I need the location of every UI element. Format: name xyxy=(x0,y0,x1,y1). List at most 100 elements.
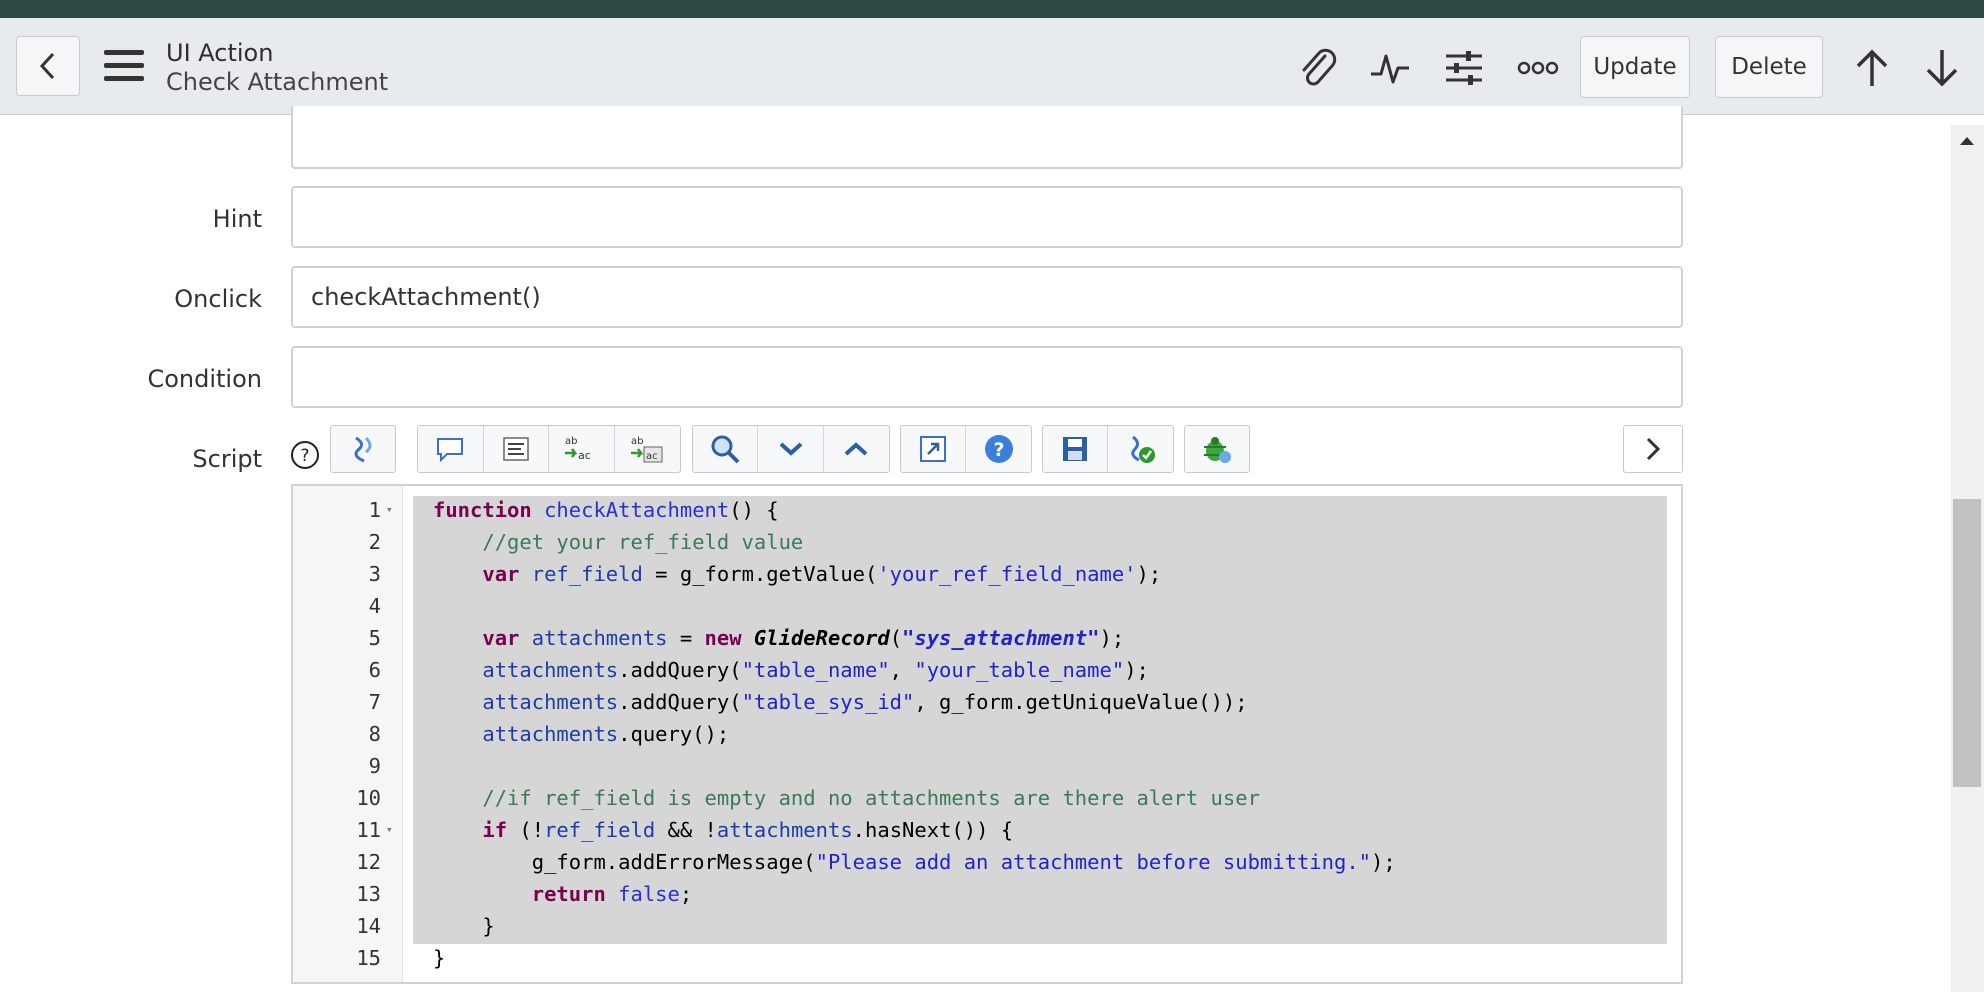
svg-text:ab: ab xyxy=(565,436,577,447)
code-line[interactable]: 6 attachments.addQuery("table_name", "yo… xyxy=(293,654,1681,686)
replace-all-button[interactable]: ab ac xyxy=(615,426,681,472)
scrollbar-thumb[interactable] xyxy=(1953,499,1981,787)
code-line[interactable]: 7 attachments.addQuery("table_sys_id", g… xyxy=(293,686,1681,718)
attachment-button[interactable] xyxy=(1293,44,1341,92)
back-button[interactable] xyxy=(16,36,80,96)
code-text: //if ref_field is empty and no attachmen… xyxy=(433,782,1260,814)
fold-arrow-icon[interactable]: ▾ xyxy=(386,494,393,526)
code-line[interactable]: 12 g_form.addErrorMessage("Please add an… xyxy=(293,846,1681,878)
code-text: function checkAttachment() { xyxy=(433,494,779,526)
code-token: 'your_ref_field_name' xyxy=(877,562,1137,586)
svg-text:ac: ac xyxy=(646,451,658,462)
next-record-button[interactable] xyxy=(1918,44,1966,92)
onclick-label: Onclick xyxy=(174,285,262,313)
code-line[interactable]: 9 xyxy=(293,750,1681,782)
search-button[interactable] xyxy=(693,426,759,472)
code-token: .query(); xyxy=(618,722,730,746)
code-token: GlideRecord xyxy=(753,626,890,650)
code-text: } xyxy=(433,942,445,974)
code-line[interactable]: 13 return false; xyxy=(293,878,1681,910)
format-button[interactable] xyxy=(484,426,549,472)
fullscreen-button[interactable] xyxy=(901,426,966,472)
svg-text:ac: ac xyxy=(578,449,591,462)
svg-text:?: ? xyxy=(300,446,309,466)
code-line[interactable]: 14 } xyxy=(293,910,1681,942)
code-line[interactable]: 8 attachments.query(); xyxy=(293,718,1681,750)
condition-label: Condition xyxy=(147,365,262,393)
search-previous-icon xyxy=(845,442,868,456)
replace-icon: abac xyxy=(565,436,591,462)
line-number: 1 xyxy=(368,498,381,522)
code-token: } xyxy=(433,914,495,938)
arrow-down-icon xyxy=(1926,50,1958,87)
script-editor[interactable]: 1 ▾ function checkAttachment() {2 //get yo… xyxy=(291,484,1683,984)
search-next-button[interactable] xyxy=(758,426,824,472)
code-token: var xyxy=(482,626,520,650)
comment-button[interactable] xyxy=(418,426,484,472)
code-text: } xyxy=(433,910,495,942)
code-line[interactable]: 10 //if ref_field is empty and no attach… xyxy=(293,782,1681,814)
code-text: attachments.query(); xyxy=(433,718,729,750)
code-token: "table_sys_id" xyxy=(741,690,915,714)
question-circle-icon[interactable]: ? xyxy=(290,440,320,470)
code-line[interactable]: 4 xyxy=(293,590,1681,622)
more-options-button[interactable] xyxy=(1514,44,1562,92)
expand-editor-button[interactable] xyxy=(1623,425,1683,473)
code-line[interactable]: 1 ▾ function checkAttachment() { xyxy=(293,494,1681,526)
previous-field-input[interactable] xyxy=(291,106,1683,169)
hint-label: Hint xyxy=(212,205,262,233)
code-text: //get your ref_field value xyxy=(433,526,803,558)
toggle-syntax-icon xyxy=(354,436,372,463)
activity-stream-button[interactable] xyxy=(1366,44,1414,92)
code-token: attachments xyxy=(482,658,619,682)
update-button[interactable]: Update xyxy=(1580,36,1690,98)
code-token: "table_name" xyxy=(741,658,890,682)
hint-input[interactable] xyxy=(291,186,1683,248)
personalize-form-button[interactable] xyxy=(1440,44,1488,92)
line-number: 12 xyxy=(356,850,381,874)
script-check-button[interactable] xyxy=(1108,426,1173,472)
record-type-label: UI Action xyxy=(166,39,274,67)
delete-button[interactable]: Delete xyxy=(1715,36,1823,98)
code-line[interactable]: 3 var ref_field = g_form.getValue('your_… xyxy=(293,558,1681,590)
hamburger-menu-icon[interactable] xyxy=(102,48,146,84)
chevron-left-icon xyxy=(39,52,55,80)
fold-arrow-icon[interactable]: ▾ xyxy=(386,814,393,846)
code-line[interactable]: 15} xyxy=(293,942,1681,974)
previous-record-button[interactable] xyxy=(1848,44,1896,92)
code-line[interactable]: 2 //get your ref_field value xyxy=(293,526,1681,558)
replace-button[interactable]: ab ac xyxy=(549,426,615,472)
code-line[interactable]: 5 var attachments = new GlideRecord("sys… xyxy=(293,622,1681,654)
save-icon xyxy=(1063,437,1087,461)
page-scrollbar[interactable] xyxy=(1951,125,1984,992)
condition-input[interactable] xyxy=(291,346,1683,408)
toggle-syntax-button[interactable] xyxy=(331,426,395,472)
editor-help-button[interactable]: ? xyxy=(966,426,1031,472)
toolbar-group-debug xyxy=(1184,425,1250,473)
toolbar-group-syntax xyxy=(330,425,396,473)
debug-button[interactable] xyxy=(1185,426,1249,472)
code-text: g_form.addErrorMessage("Please add an at… xyxy=(433,846,1396,878)
code-token: } xyxy=(433,946,446,970)
save-button[interactable] xyxy=(1043,426,1108,472)
code-token: checkAttachment xyxy=(544,498,730,522)
code-token: false xyxy=(618,882,680,906)
code-token: ); xyxy=(1371,850,1396,874)
code-token: = xyxy=(667,626,705,650)
code-line[interactable]: 11 ▾ if (!ref_field && !attachments.hasNe… xyxy=(293,814,1681,846)
form-header: UI Action Check Attachment Update Delete xyxy=(0,18,1984,115)
code-token: ); xyxy=(1136,562,1162,586)
code-token: = g_form.getValue( xyxy=(642,562,878,586)
code-token: .addQuery( xyxy=(618,690,742,714)
code-token: "sys_attachment" xyxy=(902,626,1100,650)
line-number: 2 xyxy=(368,530,381,554)
code-token: .addQuery( xyxy=(618,658,742,682)
code-token: attachments xyxy=(531,626,668,650)
onclick-input[interactable]: checkAttachment() xyxy=(291,266,1683,328)
scroll-up-arrow-icon[interactable] xyxy=(1959,135,1975,147)
line-number: 14 xyxy=(356,914,381,938)
line-number: 13 xyxy=(356,882,381,906)
search-previous-button[interactable] xyxy=(824,426,889,472)
